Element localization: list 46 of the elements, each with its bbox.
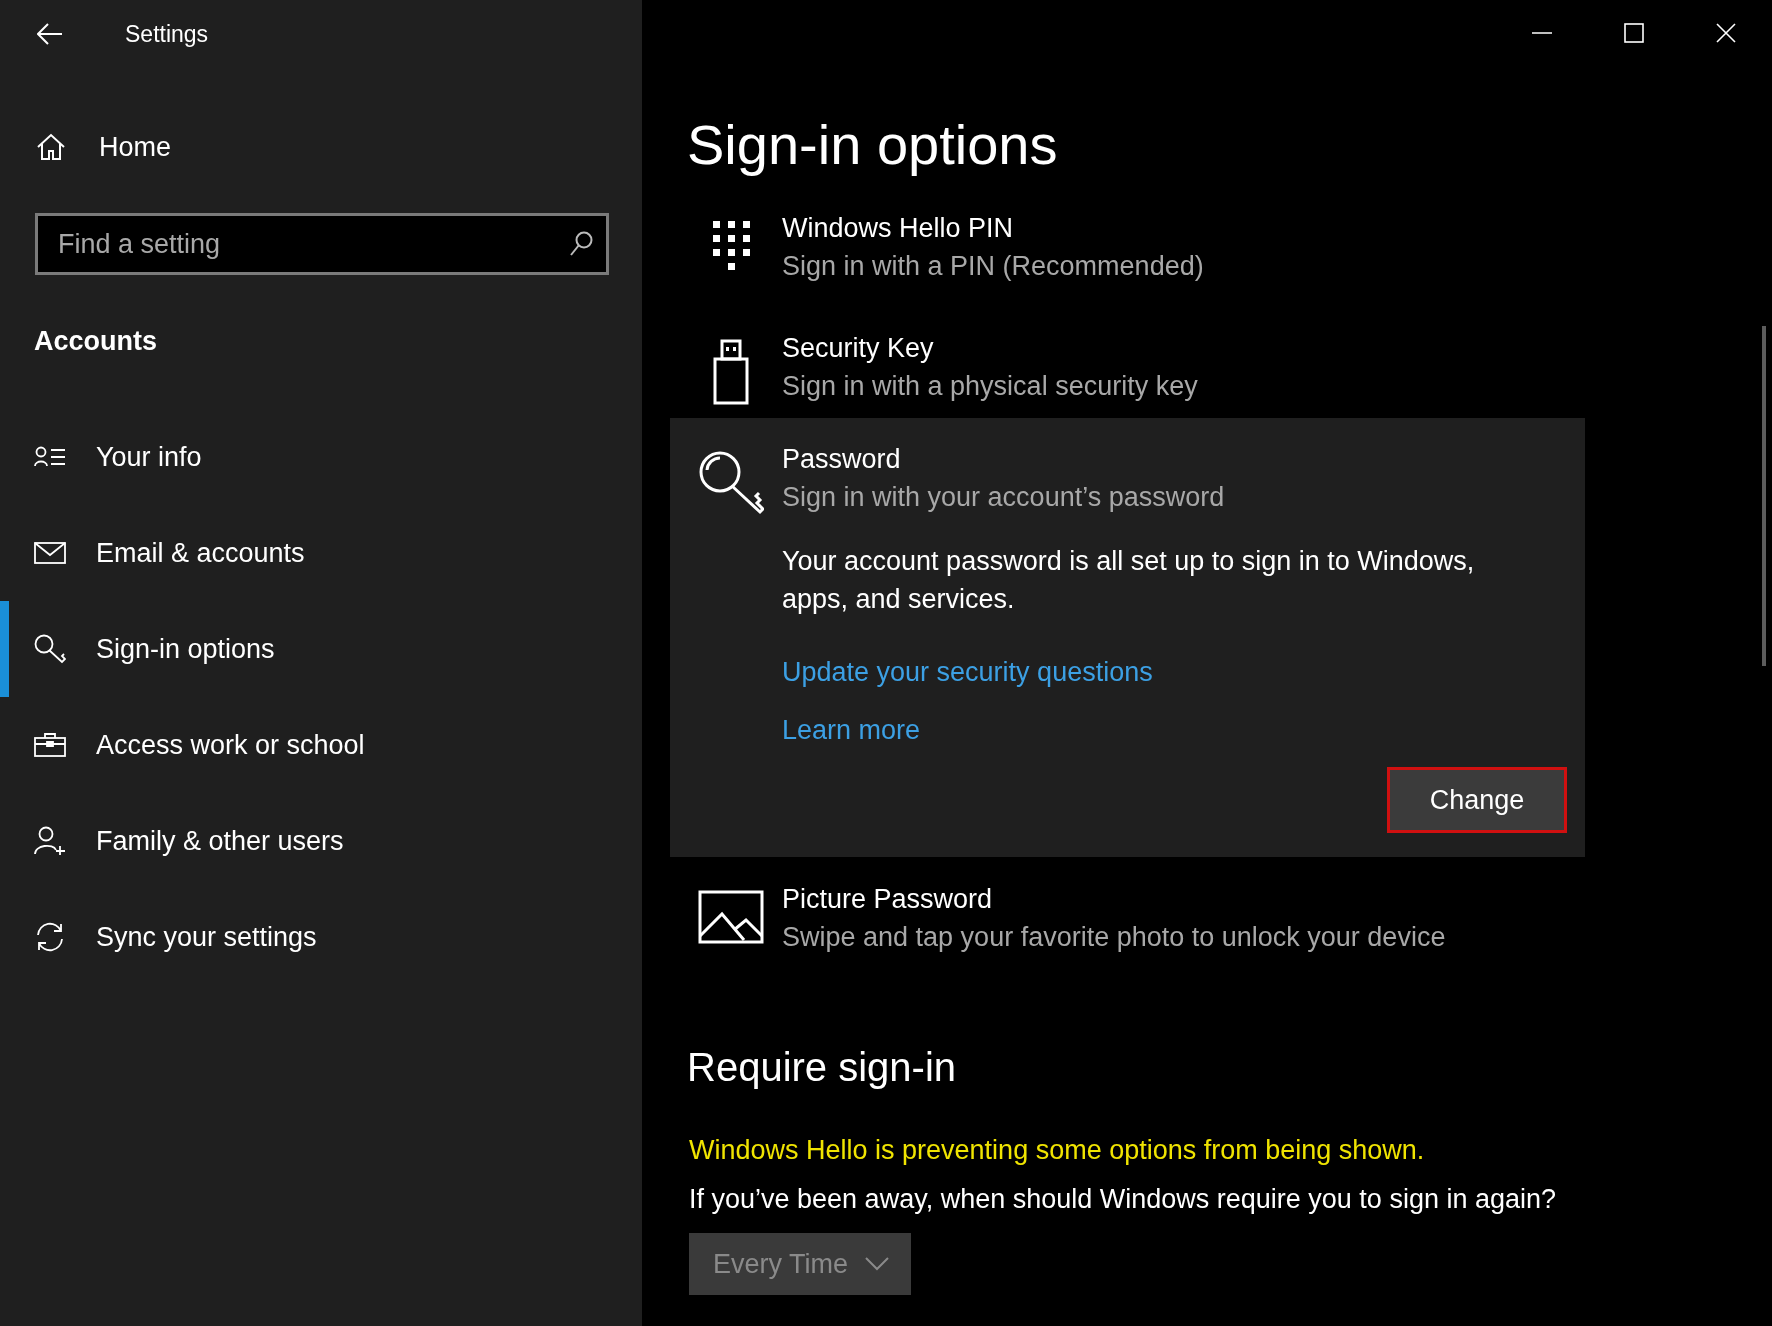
- option-subtitle: Sign in with your account’s password: [782, 481, 1226, 514]
- window-title: Settings: [125, 20, 209, 48]
- option-description: Your account password is all set up to sign in to Windows, apps, and services.: [782, 545, 1476, 616]
- sidebar-item[interactable]: Family & other users: [0, 793, 642, 889]
- option-row[interactable]: Security Key Sign in with a physical security key: [670, 323, 1585, 418]
- person-add-icon: [34, 826, 66, 856]
- scrollbar[interactable]: [1762, 326, 1766, 666]
- briefcase-icon: [34, 733, 66, 757]
- keypad-icon: [711, 219, 751, 271]
- search-icon: [569, 231, 593, 257]
- search-field[interactable]: Find a setting: [35, 213, 609, 275]
- chevron-down-icon: [865, 1257, 889, 1271]
- option-row[interactable]: Windows Hello PIN Sign in with a PIN (Recommended): [670, 203, 1585, 323]
- option-title: Picture Password: [782, 883, 994, 916]
- section-heading: Require sign-in: [687, 1045, 958, 1090]
- sync-icon: [34, 921, 66, 953]
- sidebar-item[interactable]: Access work or school: [0, 697, 642, 793]
- person-list-icon: [34, 446, 66, 468]
- sidebar-item[interactable]: Sync your settings: [0, 889, 642, 985]
- key-icon: [34, 634, 66, 664]
- sidebar-item[interactable]: Your info: [0, 409, 642, 505]
- option-row[interactable]: Picture Password Swipe and tap your favorite photo to unlock your device: [670, 857, 1585, 977]
- key-icon: [698, 450, 764, 516]
- home-link[interactable]: Home: [36, 117, 172, 177]
- option-title: Password: [782, 443, 902, 476]
- option-title: Windows Hello PIN: [782, 212, 1015, 245]
- option-panel[interactable]: Password Sign in with your account’s password Your account password is all set up to sign in to Windows, apps, and services. Update your security questions Learn more Change: [670, 418, 1585, 857]
- envelope-icon: [34, 542, 66, 564]
- question-text: If you’ve been away, when should Windows require you to sign in again?: [689, 1184, 1558, 1215]
- link[interactable]: Update your security questions: [782, 654, 1153, 690]
- back-arrow-icon: [37, 23, 63, 45]
- change-button[interactable]: Change: [1387, 767, 1567, 833]
- usb-key-icon: [711, 339, 751, 405]
- home-icon: [36, 133, 66, 161]
- section-heading: Accounts: [34, 326, 159, 357]
- maximize-icon: [1624, 23, 1644, 43]
- option-title: Security Key: [782, 332, 935, 365]
- sidebar-item[interactable]: Email & accounts: [0, 505, 642, 601]
- picture-icon: [698, 890, 764, 944]
- close-icon: [1716, 23, 1736, 43]
- minimize-icon: [1532, 32, 1552, 34]
- link[interactable]: Learn more: [782, 712, 921, 748]
- option-subtitle: Sign in with a PIN (Recommended): [782, 250, 1205, 283]
- option-subtitle: Swipe and tap your favorite photo to unlock your device: [782, 921, 1447, 954]
- option-subtitle: Sign in with a physical security key: [782, 370, 1199, 403]
- warning-text: Windows Hello is preventing some options from being shown.: [689, 1135, 1426, 1166]
